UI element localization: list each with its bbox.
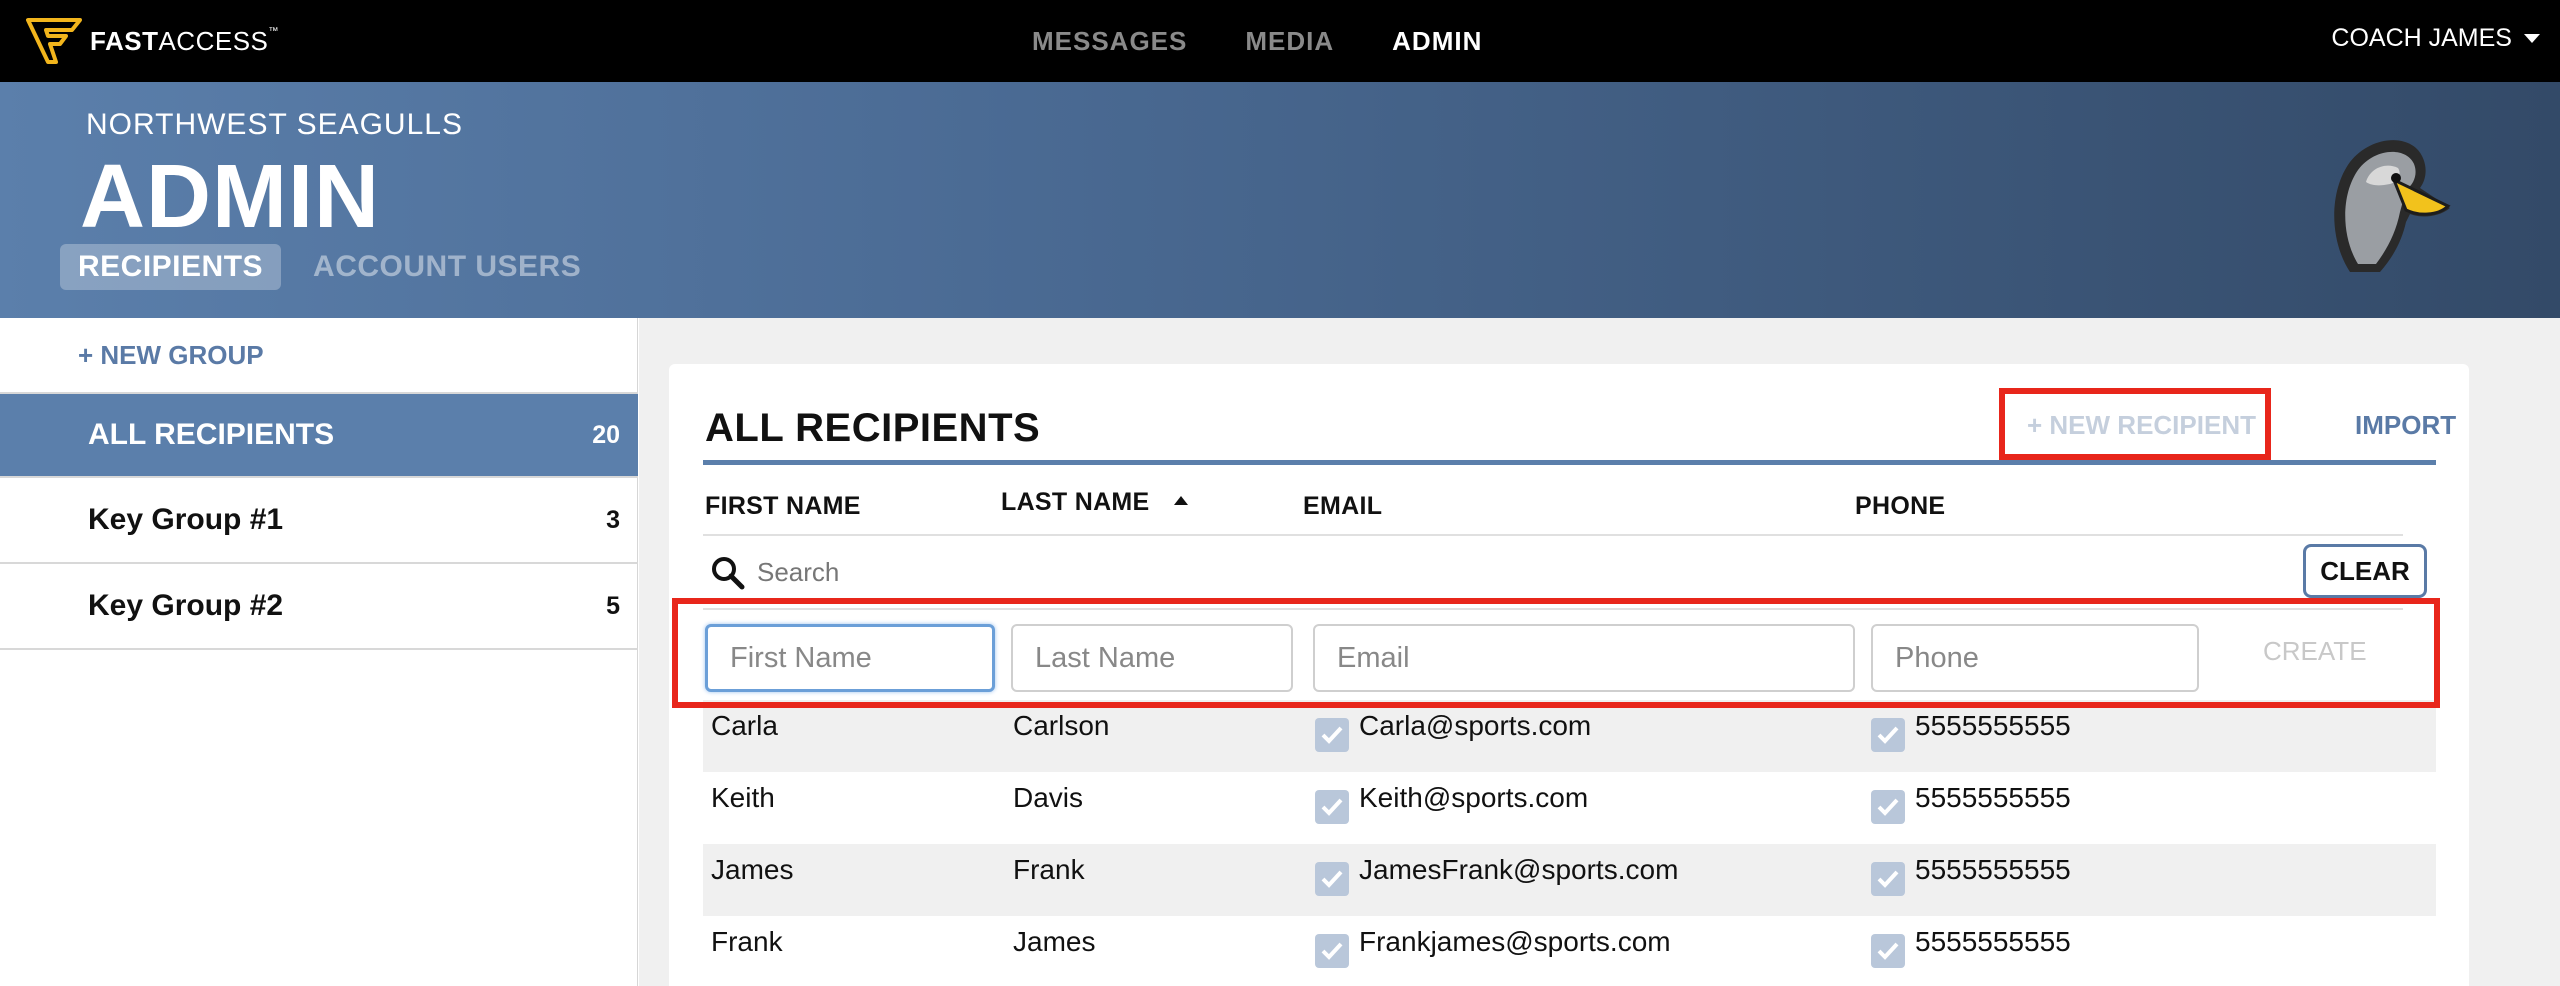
- cell-phone: 5555555555: [1915, 710, 2071, 741]
- tab-recipients[interactable]: RECIPIENTS: [60, 244, 282, 290]
- user-menu[interactable]: COACH JAMES: [2331, 24, 2540, 53]
- cell-first-name: Frank: [711, 926, 783, 957]
- new-recipient-form: CREATE: [703, 610, 2403, 694]
- group-label: Key Group #1: [88, 503, 284, 536]
- column-phone[interactable]: PHONE: [1855, 492, 1945, 521]
- table-row[interactable]: Frank James Frankjames@sports.com 555555…: [703, 916, 2436, 986]
- cell-first-name: James: [711, 854, 794, 885]
- group-item-key-group-2[interactable]: Key Group #2 5: [0, 564, 638, 650]
- phone-checkbox[interactable]: [1871, 718, 1905, 752]
- search-row: CLEAR: [703, 538, 2427, 610]
- new-group-button[interactable]: + NEW GROUP: [78, 340, 264, 371]
- checkmark-icon: [1877, 798, 1899, 816]
- group-count: 3: [606, 505, 620, 534]
- phone-checkbox[interactable]: [1871, 934, 1905, 968]
- group-count: 20: [592, 420, 620, 449]
- group-count: 5: [606, 591, 620, 620]
- cell-phone: 5555555555: [1915, 854, 2071, 885]
- main-nav: MESSAGES MEDIA ADMIN: [1032, 26, 1482, 57]
- highlight-box: [1999, 388, 2271, 460]
- table-row[interactable]: James Frank JamesFrank@sports.com 555555…: [703, 844, 2436, 916]
- column-email[interactable]: EMAIL: [1303, 492, 1382, 521]
- group-item-all-recipients[interactable]: ALL RECIPIENTS 20: [0, 392, 638, 478]
- page-title: ADMIN: [80, 147, 380, 247]
- table-row[interactable]: Keith Davis Keith@sports.com 5555555555: [703, 772, 2436, 844]
- phone-checkbox[interactable]: [1871, 862, 1905, 896]
- table-header: FIRST NAME LAST NAME EMAIL PHONE: [703, 466, 2403, 536]
- seagull-mascot-logo: [2334, 140, 2451, 272]
- group-list: ALL RECIPIENTS 20 Key Group #1 3 Key Gro…: [0, 392, 638, 650]
- checkmark-icon: [1877, 870, 1899, 888]
- cell-email: JamesFrank@sports.com: [1359, 854, 1679, 885]
- cell-last-name: Davis: [1013, 782, 1084, 813]
- fastaccess-logo-icon: [26, 18, 82, 64]
- group-label: ALL RECIPIENTS: [88, 418, 335, 451]
- sort-ascending-icon: [1173, 495, 1188, 505]
- nav-admin[interactable]: ADMIN: [1392, 26, 1482, 57]
- last-name-field[interactable]: [1011, 624, 1293, 692]
- clear-button[interactable]: CLEAR: [2303, 544, 2427, 598]
- email-checkbox[interactable]: [1315, 718, 1349, 752]
- checkmark-icon: [1877, 942, 1899, 960]
- cell-last-name: James: [1013, 926, 1096, 957]
- cell-last-name: Carlson: [1013, 710, 1110, 741]
- groups-sidebar: + NEW GROUP ALL RECIPIENTS 20 Key Group …: [0, 318, 638, 986]
- tab-account-users[interactable]: ACCOUNT USERS: [295, 244, 599, 290]
- email-checkbox[interactable]: [1315, 862, 1349, 896]
- brand-logo[interactable]: FASTACCESS™: [26, 16, 279, 66]
- table-row[interactable]: Carla Carlson Carla@sports.com 555555555…: [703, 700, 2436, 772]
- search-input[interactable]: [757, 552, 1657, 592]
- create-button[interactable]: CREATE: [2263, 636, 2367, 667]
- org-name: NORTHWEST SEAGULLS: [86, 108, 463, 141]
- checkmark-icon: [1321, 726, 1343, 744]
- cell-email: Carla@sports.com: [1359, 710, 1592, 741]
- nav-messages[interactable]: MESSAGES: [1032, 26, 1187, 57]
- user-name: COACH JAMES: [2331, 24, 2512, 52]
- cell-last-name: Frank: [1013, 854, 1085, 885]
- chevron-down-icon: [2524, 34, 2540, 43]
- email-field[interactable]: [1313, 624, 1855, 692]
- checkmark-icon: [1321, 942, 1343, 960]
- column-first-name[interactable]: FIRST NAME: [705, 492, 861, 521]
- checkmark-icon: [1321, 870, 1343, 888]
- cell-phone: 5555555555: [1915, 926, 2071, 957]
- recipients-card: ALL RECIPIENTS + NEW RECIPIENT IMPORT FI…: [669, 364, 2469, 986]
- admin-tabs: RECIPIENTS ACCOUNT USERS: [60, 244, 599, 290]
- cell-email: Frankjames@sports.com: [1359, 926, 1671, 957]
- checkmark-icon: [1321, 798, 1343, 816]
- group-label: Key Group #2: [88, 589, 284, 622]
- top-navbar: FASTACCESS™ MESSAGES MEDIA ADMIN COACH J…: [0, 0, 2560, 82]
- recipients-table-body: Carla Carlson Carla@sports.com 555555555…: [703, 700, 2436, 986]
- first-name-field[interactable]: [705, 624, 995, 692]
- cell-first-name: Keith: [711, 782, 775, 813]
- phone-checkbox[interactable]: [1871, 790, 1905, 824]
- cell-email: Keith@sports.com: [1359, 782, 1589, 813]
- main-content: ALL RECIPIENTS + NEW RECIPIENT IMPORT FI…: [639, 318, 2560, 986]
- import-button[interactable]: IMPORT: [2355, 410, 2456, 441]
- divider: [703, 460, 2436, 465]
- column-last-name[interactable]: LAST NAME: [1001, 488, 1188, 517]
- nav-media[interactable]: MEDIA: [1245, 26, 1334, 57]
- group-item-key-group-1[interactable]: Key Group #1 3: [0, 478, 638, 564]
- cell-phone: 5555555555: [1915, 782, 2071, 813]
- phone-field[interactable]: [1871, 624, 2199, 692]
- card-title: ALL RECIPIENTS: [705, 406, 1041, 450]
- checkmark-icon: [1877, 726, 1899, 744]
- email-checkbox[interactable]: [1315, 790, 1349, 824]
- search-icon: [712, 557, 745, 590]
- page-header: NORTHWEST SEAGULLS ADMIN RECIPIENTS ACCO…: [0, 82, 2560, 318]
- cell-first-name: Carla: [711, 710, 778, 741]
- brand-wordmark: FASTACCESS™: [90, 25, 279, 56]
- column-label: LAST NAME: [1001, 488, 1150, 516]
- email-checkbox[interactable]: [1315, 934, 1349, 968]
